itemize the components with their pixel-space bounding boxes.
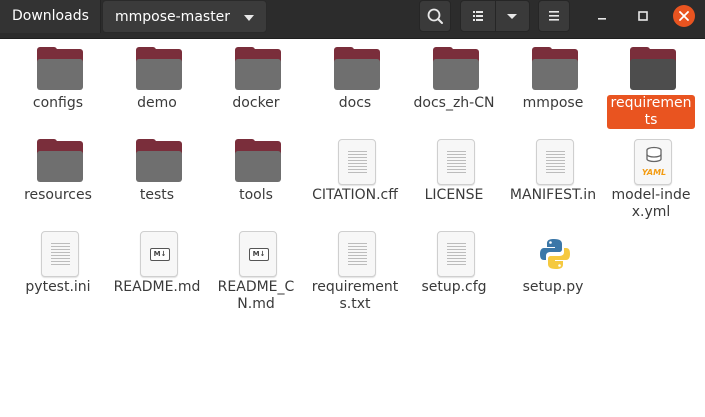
folder-icon	[334, 47, 384, 93]
markdown-file-icon: M↓	[235, 231, 285, 277]
file-name: docs	[338, 95, 372, 111]
minimize-button[interactable]	[587, 0, 617, 32]
folder-icon	[37, 47, 87, 93]
breadcrumb-current-folder[interactable]: mmpose-master	[102, 0, 267, 33]
view-options-button[interactable]	[496, 1, 529, 31]
file-name: tests	[139, 187, 175, 203]
maximize-button[interactable]	[628, 0, 658, 32]
file-name: resources	[24, 187, 92, 203]
file-name: configs	[32, 95, 84, 111]
search-button[interactable]	[419, 0, 451, 32]
header-bar: Downloads mmpose-master	[0, 0, 705, 39]
chevron-down-icon	[244, 15, 254, 21]
minimize-icon	[598, 18, 606, 20]
yaml-file-icon: YAML	[630, 139, 680, 185]
folder-icon	[235, 139, 285, 185]
python-file-icon	[532, 231, 582, 277]
hamburger-menu-icon	[549, 11, 559, 21]
breadcrumb-current-label: mmpose-master	[115, 9, 231, 25]
file-name: README.md	[113, 279, 201, 295]
file-name: setup.cfg	[421, 279, 487, 295]
file-name: docker	[232, 95, 280, 111]
file-name: demo	[137, 95, 177, 111]
file-name: tools	[239, 187, 273, 203]
file-name-selected: requirements	[607, 95, 695, 129]
search-icon	[427, 8, 443, 24]
list-view-icon	[473, 11, 483, 21]
file-name: requirements.txt	[311, 279, 399, 312]
list-view-button[interactable]	[461, 1, 495, 31]
chevron-down-icon	[507, 14, 517, 19]
folder-icon	[630, 47, 680, 93]
folder-icon	[136, 47, 186, 93]
file-name: pytest.ini	[25, 279, 91, 295]
file-name: LICENSE	[424, 187, 484, 203]
view-toggle-group	[460, 0, 530, 32]
close-button[interactable]	[670, 0, 700, 32]
file-name: README_CN.md	[217, 279, 295, 312]
maximize-icon	[638, 11, 648, 21]
breadcrumb-downloads-label: Downloads	[12, 8, 89, 24]
text-file-icon	[334, 231, 384, 277]
folder-icon	[37, 139, 87, 185]
text-file-icon	[532, 139, 582, 185]
markdown-file-icon: M↓	[136, 231, 186, 277]
file-name: docs_zh-CN	[413, 95, 495, 111]
file-grid: configs demo docker docs docs_zh-CN mmpo…	[0, 40, 705, 417]
text-file-icon	[37, 231, 87, 277]
file-name: CITATION.cff	[312, 187, 398, 203]
file-name: mmpose	[522, 95, 584, 111]
text-file-icon	[433, 231, 483, 277]
file-name: model-index.yml	[611, 187, 691, 220]
file-name: MANIFEST.in	[509, 187, 597, 203]
file-name: setup.py	[522, 279, 584, 295]
folder-icon	[235, 47, 285, 93]
folder-icon	[532, 47, 582, 93]
folder-icon	[433, 47, 483, 93]
main-menu-button[interactable]	[538, 0, 570, 32]
close-icon	[679, 11, 689, 21]
text-file-icon	[334, 139, 384, 185]
folder-icon	[136, 139, 186, 185]
text-file-icon	[433, 139, 483, 185]
breadcrumb-downloads[interactable]: Downloads	[0, 0, 101, 33]
